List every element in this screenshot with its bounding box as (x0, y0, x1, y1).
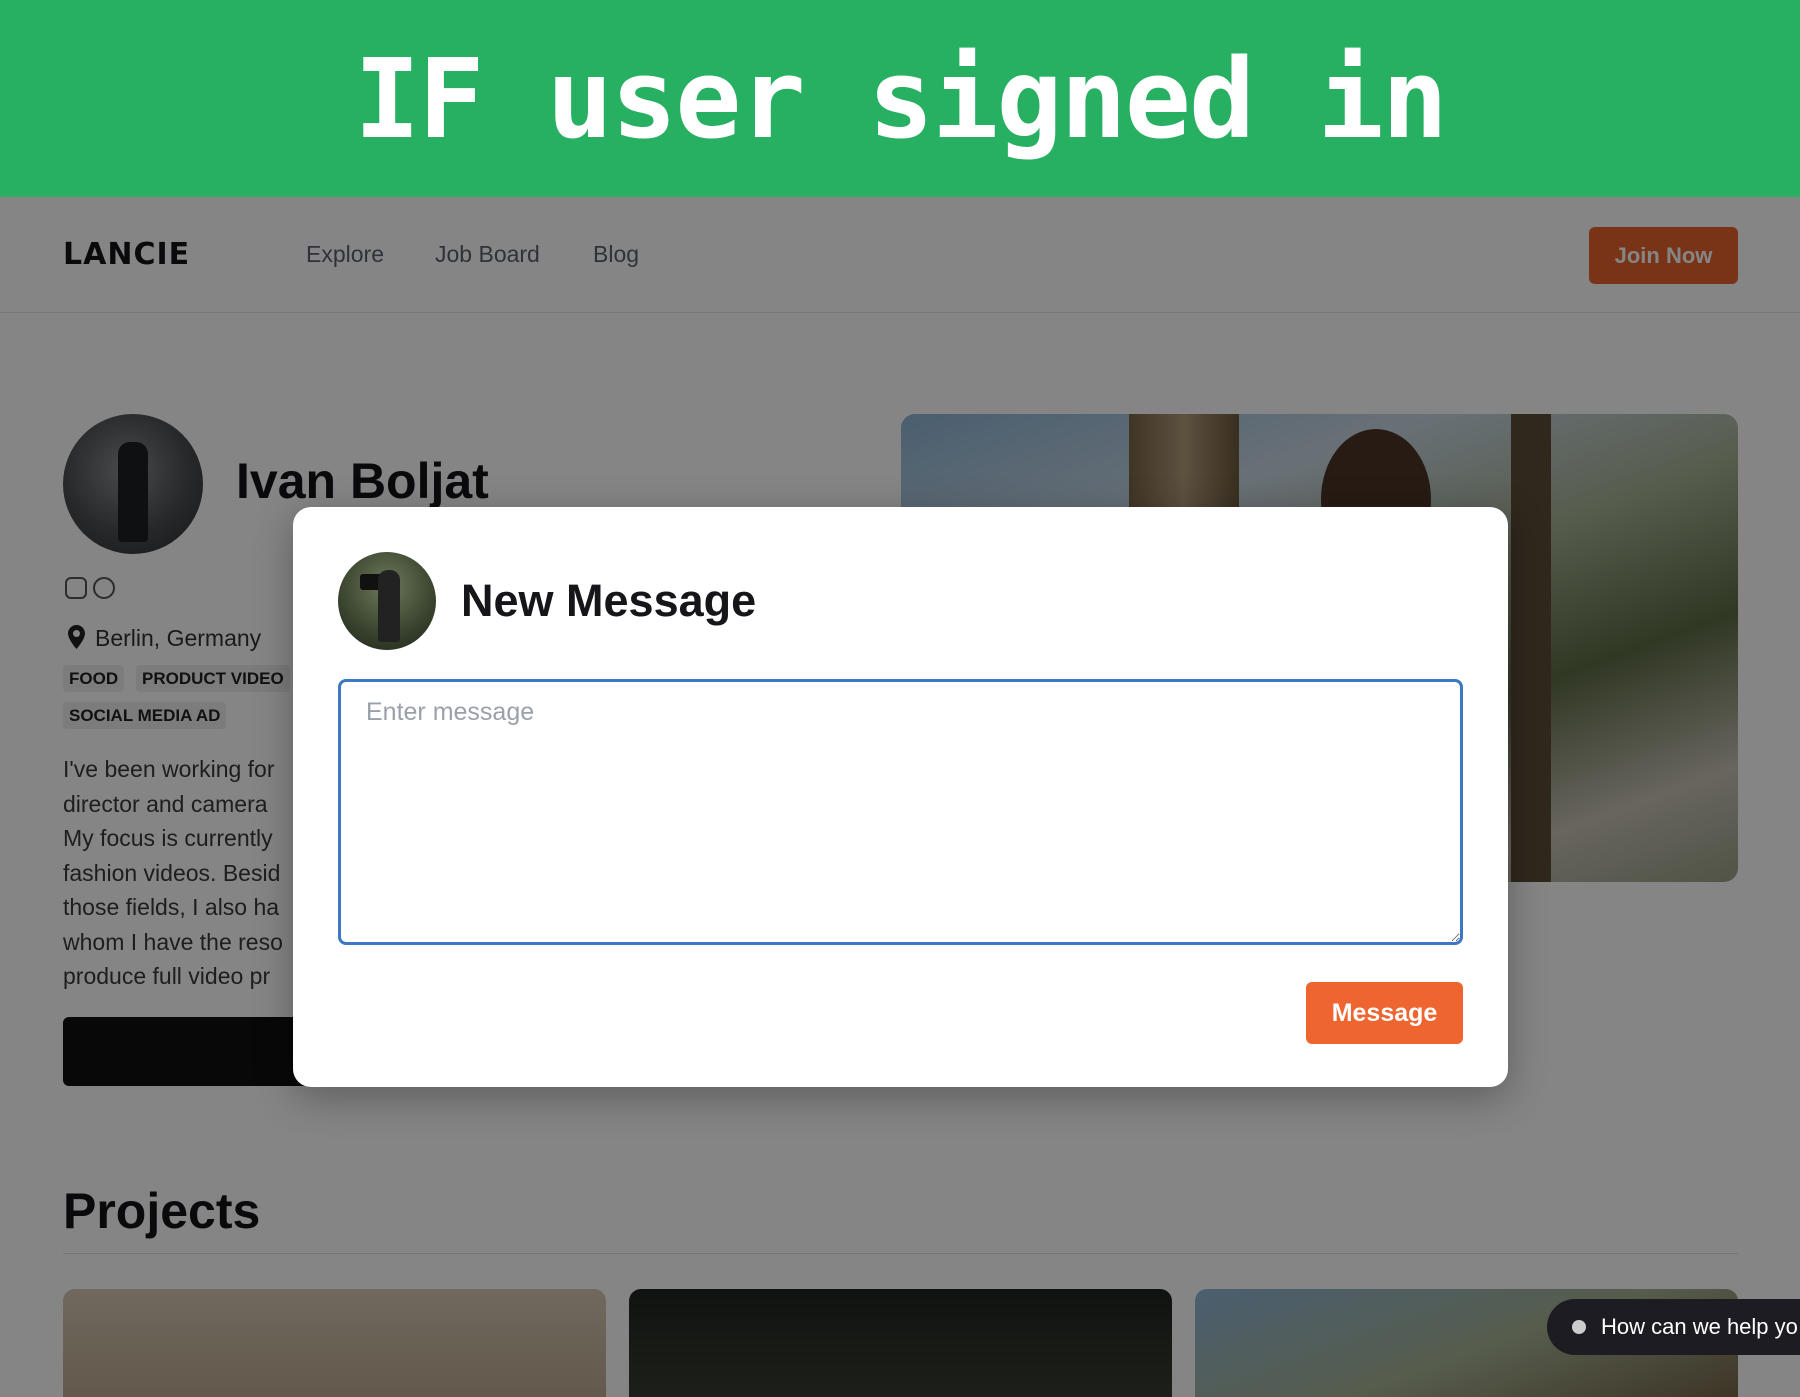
profile-page: LANCIE Explore Job Board Blog Join Now I… (0, 197, 1800, 1397)
send-message-button[interactable]: Message (1306, 982, 1463, 1044)
modal-title: New Message (461, 575, 757, 626)
chat-status-dot-icon (1572, 1320, 1586, 1334)
help-chat-label: How can we help yo (1601, 1314, 1798, 1339)
banner-text: IF user signed in (354, 34, 1448, 163)
recipient-avatar (338, 552, 436, 650)
help-chat-button[interactable]: How can we help yo (1547, 1299, 1800, 1355)
new-message-modal: New Message Message (293, 507, 1508, 1087)
annotation-banner: IF user signed in (0, 0, 1800, 197)
message-input[interactable] (338, 679, 1463, 945)
